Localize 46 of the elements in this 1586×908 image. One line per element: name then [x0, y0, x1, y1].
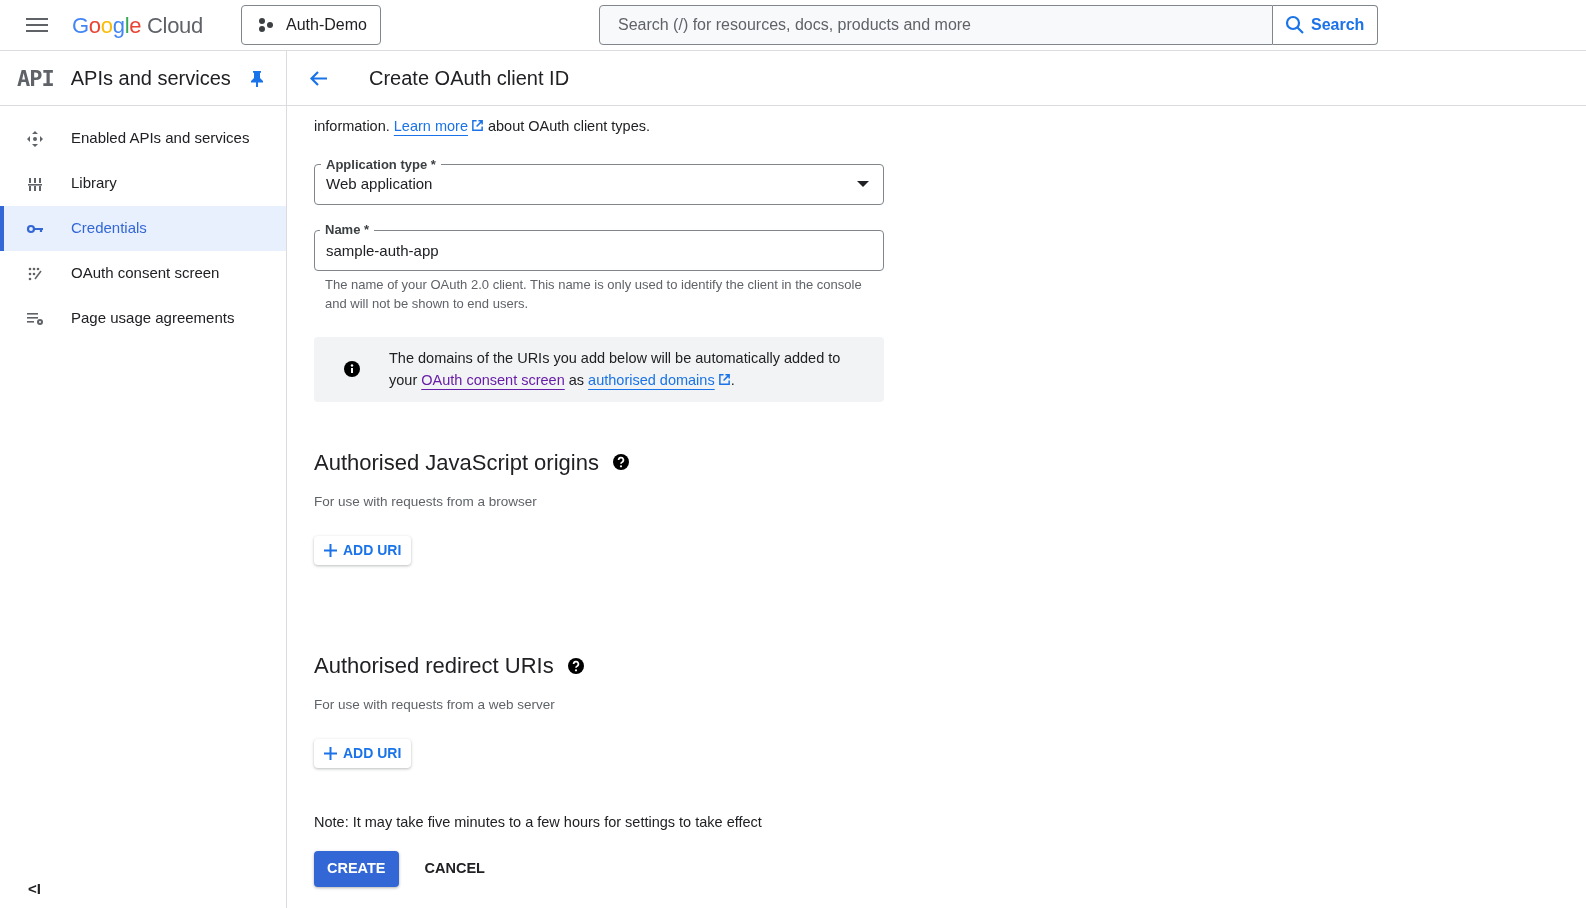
api-logo-text: API — [17, 64, 54, 93]
pin-icon[interactable] — [250, 69, 263, 87]
add-uri-button[interactable]: ADD URI — [314, 739, 412, 769]
authorised-domains-link[interactable]: authorised domains — [588, 372, 731, 389]
external-link-icon — [470, 119, 484, 132]
helper-text: The name of your OAuth 2.0 client. This name is only used to identify the client in the console and will not be shown to end users. — [324, 275, 863, 313]
google-cloud-logo[interactable]: Google Cloud — [72, 8, 203, 42]
add-uri-button[interactable]: ADD URI — [314, 536, 412, 565]
section-description: For use with requests from a browser — [314, 492, 538, 511]
dotted-check-icon — [27, 265, 43, 282]
menu-icon[interactable] — [26, 17, 48, 33]
move-arrows-icon — [26, 129, 44, 148]
collapse-sidebar-button[interactable]: <I — [28, 877, 41, 900]
learn-more-link[interactable]: Learn more — [393, 118, 484, 134]
help-icon[interactable] — [567, 657, 584, 674]
search-icon — [1284, 15, 1305, 35]
section-heading: Authorised JavaScript origins — [314, 448, 599, 477]
sidebar-item[interactable]: OAuth consent screen — [0, 251, 286, 296]
back-arrow-icon[interactable] — [309, 69, 328, 87]
info-text: The domains of the URIs you add below will be automatically added to your OAuth consent screen as authorised domains . — [389, 349, 841, 391]
plus-icon — [324, 544, 337, 557]
key-icon — [26, 222, 44, 235]
external-link-icon — [717, 373, 731, 387]
intro-text: information. Learn more about OAuth client types. — [314, 117, 651, 136]
sidebar-item[interactable]: Page usage agreements — [0, 296, 286, 341]
consent-screen-link[interactable]: OAuth consent screen — [421, 372, 565, 389]
create-button[interactable]: CREATE — [314, 851, 399, 887]
page-title: Create OAuth client ID — [369, 66, 570, 91]
plus-icon — [324, 747, 337, 761]
section-title: APIs and services — [70, 66, 231, 91]
sidebar-item[interactable]: Library — [0, 161, 286, 206]
sidebar-item[interactable]: Credentials — [0, 206, 286, 251]
section-description: For use with requests from a web server — [314, 696, 556, 714]
sidebar-item[interactable]: Enabled APIs and services — [0, 116, 286, 161]
project-dots-icon — [257, 17, 274, 33]
list-settings-icon — [25, 311, 45, 326]
project-picker[interactable]: Auth-Demo — [240, 5, 381, 45]
search-field[interactable]: Search (/) for resources, docs, products and more — [598, 5, 1273, 45]
section-heading: Authorised redirect URIs — [314, 652, 554, 680]
info-icon — [344, 361, 360, 378]
help-icon[interactable] — [612, 454, 629, 471]
note-text: Note: It may take five minutes to a few hours for settings to take effect — [314, 813, 763, 833]
library-icon — [27, 175, 43, 192]
cancel-button[interactable]: CANCEL — [410, 851, 499, 887]
search-button[interactable]: Search — [1272, 5, 1378, 45]
dropdown-caret-icon — [857, 181, 869, 188]
